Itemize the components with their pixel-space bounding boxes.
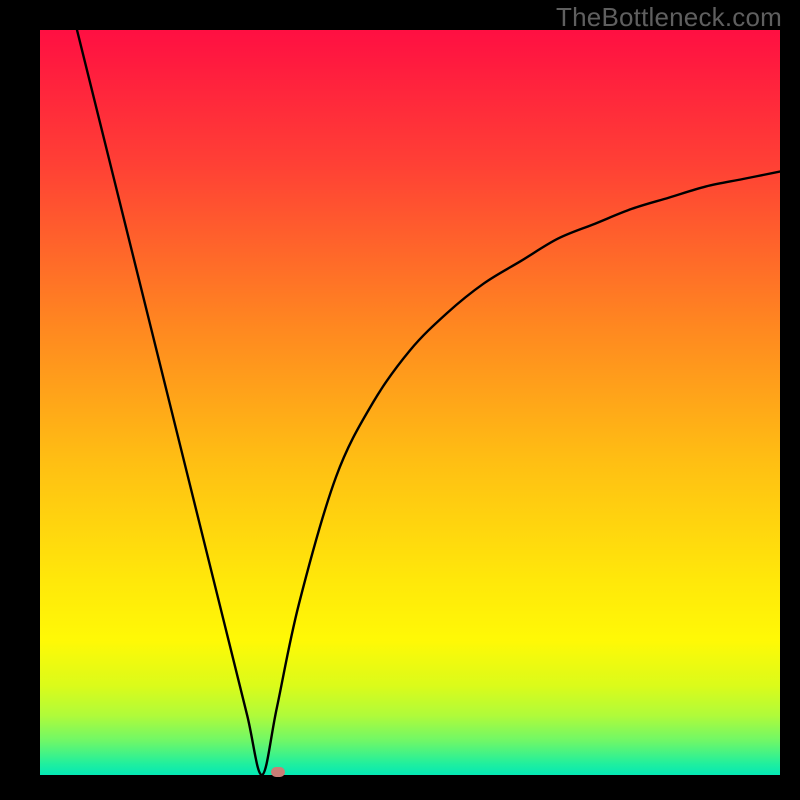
gradient-background <box>40 30 780 775</box>
optimal-point-marker <box>271 767 285 777</box>
plot-area <box>40 30 780 775</box>
chart-container: TheBottleneck.com <box>0 0 800 800</box>
plot-svg <box>40 30 780 775</box>
watermark-text: TheBottleneck.com <box>556 2 782 33</box>
